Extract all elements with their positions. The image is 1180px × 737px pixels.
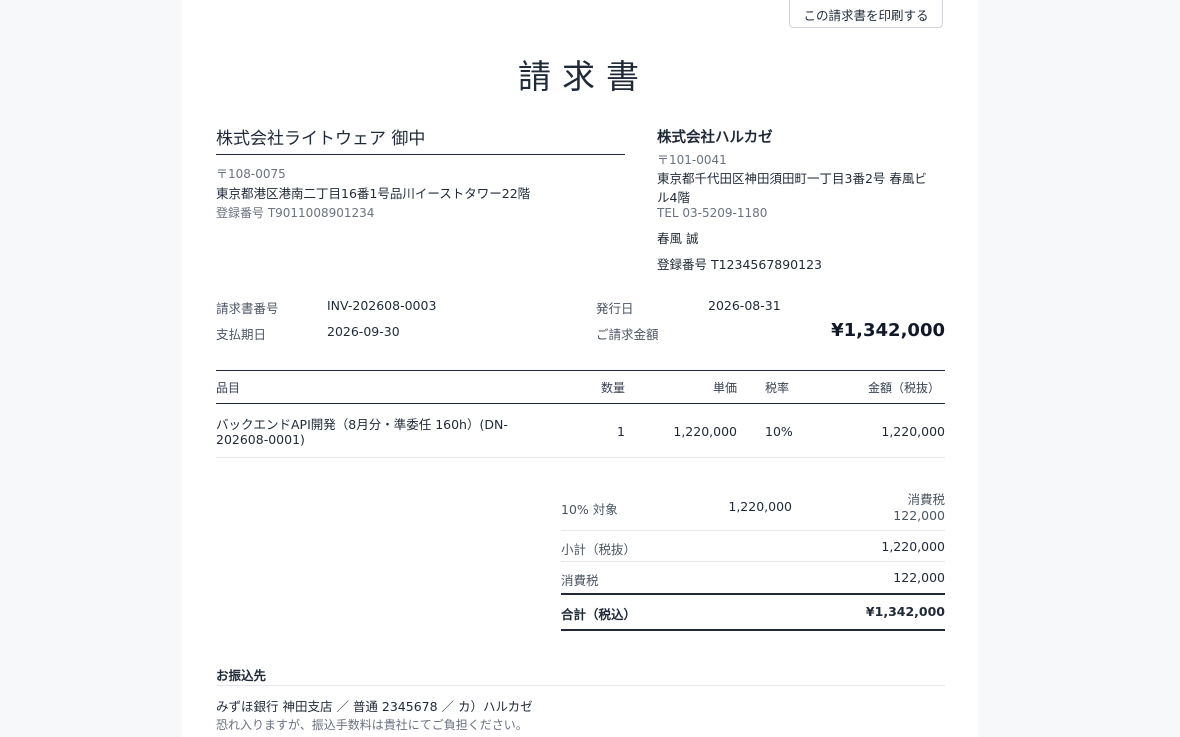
issue-date: 2026-08-31 — [708, 298, 781, 313]
total-label: 合計（税込） — [561, 607, 637, 622]
tax-label: 消費税 — [561, 573, 599, 588]
summary-total-top-rule — [561, 593, 945, 595]
tax-value: 122,000 — [893, 570, 945, 585]
client-registration: 登録番号 T9011008901234 — [216, 206, 375, 220]
client-name: 株式会社ライトウェア 御中 — [216, 129, 426, 149]
subtotal-value: 1,220,000 — [881, 539, 945, 554]
summary-rule-1 — [561, 530, 945, 531]
row-tax-rate: 10% — [765, 424, 793, 439]
due-date-label: 支払期日 — [216, 327, 267, 342]
subtotal-label: 小計（税抜） — [561, 542, 637, 557]
summary-rule-2 — [561, 561, 945, 562]
client-underline — [216, 154, 625, 155]
row-unit-price: 1,220,000 — [673, 424, 737, 439]
tax10-base-label: 10% 対象 — [561, 502, 618, 517]
due-date: 2026-09-30 — [327, 324, 400, 339]
table-header-rule — [216, 403, 945, 404]
client-postal: 〒108-0075 — [216, 167, 286, 181]
col-header-unit-price: 単価 — [712, 381, 737, 395]
row-amount: 1,220,000 — [881, 424, 945, 439]
bank-rule — [216, 685, 945, 686]
issuer-address-line2: ル4階 — [657, 190, 690, 205]
table-top-rule — [216, 370, 945, 371]
col-header-tax-rate: 税率 — [765, 381, 790, 395]
issuer-registration: 登録番号 T1234567890123 — [657, 257, 822, 272]
col-header-qty: 数量 — [600, 381, 625, 395]
invoice-paper: この請求書を印刷する 請求書 株式会社ライトウェア 御中 〒108-0075 東… — [182, 0, 978, 737]
issuer-tel: TEL 03-5209-1180 — [657, 206, 768, 220]
col-header-amount: 金額（税抜） — [867, 381, 940, 395]
issuer-person: 春風 誠 — [657, 231, 699, 246]
tax10-base: 1,220,000 — [728, 499, 792, 514]
tax10-tax: 122,000 — [893, 508, 945, 523]
total-value: ¥1,342,000 — [865, 604, 945, 619]
summary-total-bottom-rule — [561, 629, 945, 631]
issue-date-label: 発行日 — [596, 301, 634, 316]
issuer-address-line1: 東京都千代田区神田須田町一丁目3番2号 春風ビ — [657, 171, 927, 186]
issuer-name: 株式会社ハルカゼ — [657, 130, 773, 146]
client-address: 東京都港区港南二丁目16番1号品川イーストタワー22階 — [216, 186, 531, 201]
invoice-number-label: 請求書番号 — [216, 301, 279, 316]
invoice-title: 請求書 — [518, 57, 650, 96]
tax10-tax-label: 消費税 — [907, 492, 945, 507]
row-item-line1: バックエンドAPI開発（8月分・準委任 160h）(DN- — [216, 417, 508, 432]
col-header-item: 品目 — [216, 381, 241, 395]
print-button[interactable]: この請求書を印刷する — [789, 0, 943, 28]
bank-account: みずほ銀行 神田支店 ／ 普通 2345678 ／ カ）ハルカゼ — [216, 699, 533, 714]
amount-due-label: ご請求金額 — [596, 327, 659, 342]
row-item-line2: 202608-0001) — [216, 432, 305, 447]
amount-due: ¥1,342,000 — [831, 320, 945, 341]
invoice-number: INV-202608-0003 — [327, 298, 437, 313]
table-row-rule — [216, 457, 945, 458]
bank-note: 恐れ入りますが、振込手数料は貴社にてご負担ください。 — [216, 718, 528, 732]
bank-heading: お振込先 — [216, 668, 267, 683]
issuer-postal: 〒101-0041 — [657, 153, 727, 167]
row-qty: 1 — [617, 424, 625, 439]
